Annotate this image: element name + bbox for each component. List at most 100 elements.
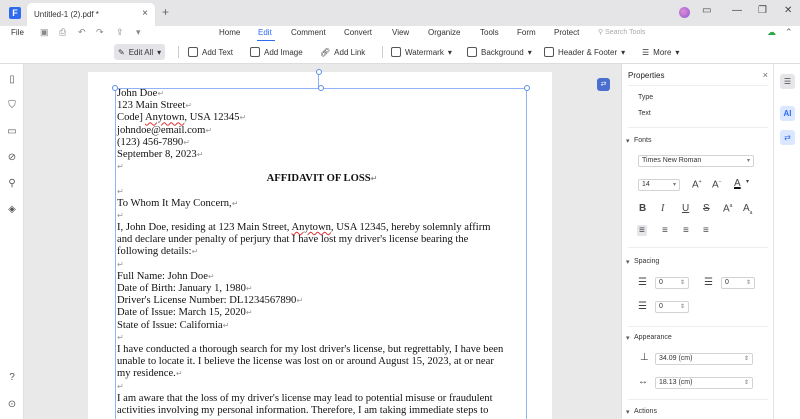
appearance-section-header[interactable]: Appearance (626, 334, 672, 342)
document-heading[interactable]: AFFIDAVIT OF LOSS↵ (117, 173, 527, 185)
document-line[interactable]: State of Issue: California↵ (117, 320, 527, 332)
document-line[interactable]: ↵ (117, 332, 527, 344)
document-line[interactable]: Code] Anytown, USA 12345↵ (117, 112, 527, 124)
print-icon[interactable]: ⎙ (59, 27, 66, 38)
window-maximize-icon[interactable]: ❐ (758, 5, 767, 16)
bookmark-icon[interactable]: ⛉ (7, 101, 17, 111)
document-line[interactable]: ↵ (117, 186, 527, 198)
align-justify-icon[interactable]: ≡ (703, 225, 709, 236)
document-line[interactable]: Driver's License Number: DL1234567890↵ (117, 295, 527, 307)
tab-comment[interactable]: Comment (291, 28, 326, 37)
document-tab[interactable]: Untitled-1 (2).pdf * × (27, 3, 155, 26)
height-input[interactable]: 34.09 (cm) ⇕ (655, 353, 753, 365)
subscript-icon[interactable]: Aa (743, 203, 752, 216)
document-line[interactable]: I am aware that the loss of my driver's … (117, 393, 527, 405)
new-tab-icon[interactable]: + (162, 5, 169, 19)
document-line[interactable]: (123) 456-7890↵ (117, 137, 527, 149)
tab-form[interactable]: Form (517, 28, 536, 37)
document-line[interactable]: following details:↵ (117, 246, 527, 258)
tab-tools[interactable]: Tools (480, 28, 499, 37)
font-family-select[interactable]: Times New Roman ▾ (638, 155, 754, 167)
ai-assistant-icon[interactable]: AI (780, 106, 795, 121)
document-line[interactable]: my residence.↵ (117, 368, 527, 380)
layers-icon[interactable]: ◈ (7, 205, 17, 215)
add-link-button[interactable]: 🔗︎ Add Link (316, 44, 369, 60)
paragraph-spacing-input[interactable]: 0 ⇕ (655, 301, 689, 313)
window-minimize-icon[interactable]: — (732, 5, 742, 16)
translate-icon[interactable]: ⇄ (780, 130, 795, 145)
comment-icon[interactable]: ▭ (7, 127, 17, 137)
align-right-icon[interactable]: ≡ (683, 225, 689, 236)
document-line[interactable]: To Whom It May Concern,↵ (117, 198, 527, 210)
background-button[interactable]: Background ▾ (463, 44, 536, 60)
document-canvas[interactable]: John Doe↵ 123 Main Street↵ Code] Anytown, … (24, 64, 617, 419)
cloud-sync-icon[interactable]: ☁ (767, 27, 776, 38)
close-panel-icon[interactable]: × (763, 70, 768, 80)
attachment-icon[interactable]: ⊘ (7, 153, 17, 163)
pdf-page[interactable]: John Doe↵ 123 Main Street↵ Code] Anytown, … (88, 69, 552, 419)
document-line[interactable]: ↵ (117, 161, 527, 173)
search-icon[interactable]: ⚲ (7, 179, 17, 189)
document-line[interactable]: 123 Main Street↵ (117, 100, 527, 112)
tab-organize[interactable]: Organize (428, 28, 460, 37)
more-button[interactable]: ☰ More ▾ (638, 44, 683, 60)
edit-all-button[interactable]: ✎ Edit All ▾ (114, 44, 166, 60)
document-line[interactable]: September 8, 2023↵ (117, 149, 527, 161)
window-restore-icon[interactable]: ▭ (702, 5, 711, 16)
document-line[interactable]: johndoe@email.com↵ (117, 125, 527, 137)
add-image-button[interactable]: Add Image (246, 44, 307, 60)
customize-dropdown-icon[interactable]: ▾ (136, 27, 141, 38)
superscript-icon[interactable]: Aa (723, 203, 732, 214)
document-text[interactable]: John Doe↵ 123 Main Street↵ Code] Anytown, … (117, 88, 527, 417)
search-tools-input[interactable]: ⚲ Search Tools (598, 28, 645, 36)
properties-icon[interactable]: ☰ (780, 74, 795, 89)
tab-protect[interactable]: Protect (554, 28, 579, 37)
strikethrough-icon[interactable]: S (703, 203, 710, 214)
collapse-ribbon-icon[interactable]: ⌃ (785, 27, 793, 38)
line-spacing-input[interactable]: 0 ⇕ (655, 277, 689, 289)
character-spacing-input[interactable]: 0 ⇕ (721, 277, 755, 289)
help-icon[interactable]: ? (7, 373, 17, 383)
italic-icon[interactable]: I (661, 203, 664, 214)
document-line[interactable]: Date of Birth: January 1, 1980↵ (117, 283, 527, 295)
document-line[interactable]: I have conducted a thorough search for m… (117, 344, 527, 356)
document-line[interactable]: activities involving my personal informa… (117, 405, 527, 417)
document-line[interactable]: John Doe↵ (117, 88, 527, 100)
tab-edit[interactable]: Edit (258, 28, 272, 37)
decrease-font-size-icon[interactable]: A− (712, 179, 722, 190)
save-icon[interactable]: ▣ (40, 27, 49, 38)
tab-convert[interactable]: Convert (344, 28, 372, 37)
bold-icon[interactable]: B (639, 203, 646, 214)
document-line[interactable]: ↵ (117, 259, 527, 271)
menu-file[interactable]: File (11, 28, 24, 37)
align-left-icon[interactable]: ≡ (637, 225, 647, 236)
avatar[interactable] (679, 7, 690, 18)
tab-view[interactable]: View (392, 28, 409, 37)
watermark-button[interactable]: Watermark ▾ (387, 44, 456, 60)
close-tab-icon[interactable]: × (142, 8, 148, 19)
document-line[interactable]: I, John Doe, residing at 123 Main Street… (117, 222, 527, 234)
page-nav-icon[interactable]: ⊙ (7, 400, 17, 410)
document-line[interactable]: ↵ (117, 381, 527, 393)
document-line[interactable]: Date of Issue: March 15, 2020↵ (117, 307, 527, 319)
increase-font-size-icon[interactable]: A+ (692, 179, 702, 190)
font-size-select[interactable]: 14 ▾ (638, 179, 680, 191)
width-input[interactable]: 18.13 (cm) ⇕ (655, 377, 753, 389)
spacing-section-header[interactable]: Spacing (626, 258, 659, 266)
translate-page-icon[interactable]: ⇄ (597, 78, 610, 91)
undo-icon[interactable]: ↶ (78, 27, 86, 38)
header-footer-button[interactable]: Header & Footer ▾ (540, 44, 629, 60)
thumbnails-icon[interactable]: ▯ (7, 75, 17, 85)
chevron-down-icon[interactable]: ▾ (746, 178, 749, 185)
document-line[interactable]: Full Name: John Doe↵ (117, 271, 527, 283)
fonts-section-header[interactable]: Fonts (626, 137, 651, 145)
actions-section-header[interactable]: Actions (626, 408, 657, 416)
redo-icon[interactable]: ↷ (96, 27, 104, 38)
font-color-icon[interactable]: A (734, 178, 741, 189)
rotate-handle[interactable] (316, 69, 322, 75)
align-center-icon[interactable]: ≡ (662, 225, 668, 236)
document-line[interactable]: unable to locate it. I believe the licen… (117, 356, 527, 368)
add-text-button[interactable]: Add Text (184, 44, 237, 60)
document-line[interactable]: ↵ (117, 210, 527, 222)
tab-home[interactable]: Home (219, 28, 240, 37)
